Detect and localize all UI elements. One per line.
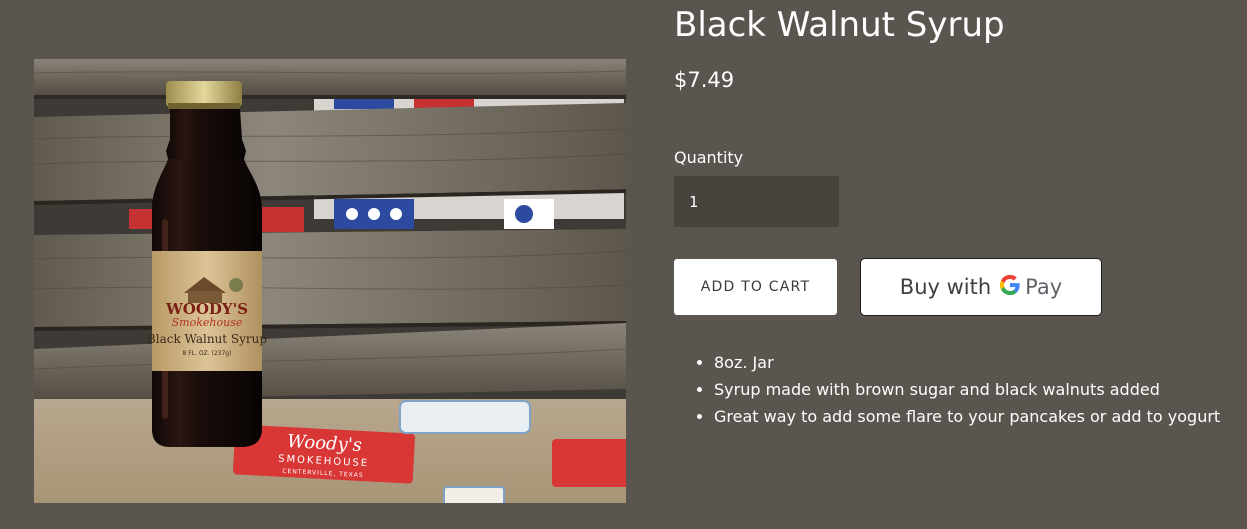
quantity-input[interactable]: [674, 176, 839, 227]
google-g-icon: [999, 274, 1021, 301]
svg-text:Smokehouse: Smokehouse: [172, 316, 243, 329]
svg-text:8 FL. OZ. (237g): 8 FL. OZ. (237g): [183, 350, 232, 357]
buy-with-google-pay-button[interactable]: Buy with Pay: [860, 258, 1102, 316]
svg-text:Black Walnut Syrup: Black Walnut Syrup: [147, 332, 267, 346]
add-to-cart-button[interactable]: ADD TO CART: [674, 259, 837, 315]
product-photo-illustration: Woody's SMOKEHOUSE CENTERVILLE, TEXAS WO…: [34, 59, 626, 503]
feature-item: Great way to add some flare to your panc…: [714, 403, 1247, 430]
feature-item: Syrup made with brown sugar and black wa…: [714, 376, 1247, 403]
feature-list: 8oz. Jar Syrup made with brown sugar and…: [674, 349, 1247, 430]
svg-text:Woody's: Woody's: [287, 431, 363, 456]
product-page: Woody's SMOKEHOUSE CENTERVILLE, TEXAS WO…: [0, 0, 1247, 529]
feature-item: 8oz. Jar: [714, 349, 1247, 376]
product-price: $7.49: [674, 68, 735, 92]
pay-label: Pay: [1025, 275, 1063, 299]
product-image[interactable]: Woody's SMOKEHOUSE CENTERVILLE, TEXAS WO…: [34, 59, 626, 503]
quantity-label: Quantity: [674, 148, 744, 167]
product-title: Black Walnut Syrup: [674, 5, 1005, 45]
buy-with-label: Buy with: [899, 275, 992, 299]
